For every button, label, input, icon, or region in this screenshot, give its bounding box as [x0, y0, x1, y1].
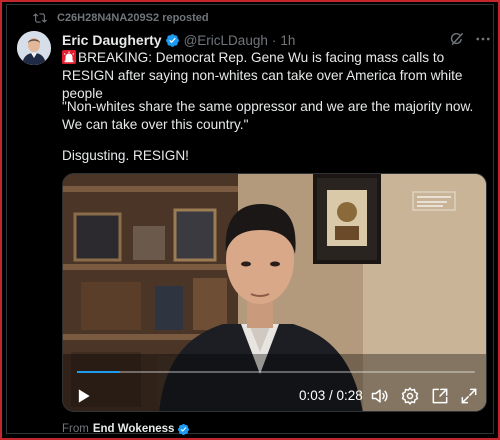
tweet-header: Eric Daugherty @EricLDaugh · 1h — [62, 31, 295, 49]
author-name[interactable]: Eric Daugherty — [62, 32, 162, 48]
pip-icon[interactable] — [430, 386, 450, 406]
video-player[interactable]: 0:03 / 0:28 — [62, 173, 487, 412]
volume-icon[interactable] — [370, 386, 390, 406]
video-time-readout: 0:03 / 0:28 — [299, 388, 363, 403]
separator-dot: · — [271, 32, 277, 48]
siren-icon — [62, 50, 76, 64]
video-progress-bar[interactable] — [77, 371, 475, 373]
repost-context: C26H28N4NA209S2 reposted — [33, 10, 209, 26]
verified-icon — [165, 33, 180, 48]
video-frame — [63, 174, 486, 411]
tweet-text-paragraph-1: BREAKING: Democrat Rep. Gene Wu is facin… — [62, 49, 492, 103]
grok-icon[interactable] — [448, 30, 466, 48]
timestamp[interactable]: 1h — [280, 33, 295, 48]
video-progress-fill — [77, 371, 120, 373]
settings-icon[interactable] — [400, 386, 420, 406]
source-attribution: From End Wokeness — [62, 421, 190, 437]
author-handle[interactable]: @EricLDaugh — [184, 33, 268, 48]
more-icon[interactable] — [474, 30, 492, 48]
repost-icon — [33, 11, 47, 25]
repost-label: reposted — [162, 12, 209, 24]
repost-user[interactable]: C26H28N4NA209S2 — [57, 12, 159, 24]
source-prefix: From — [62, 423, 89, 435]
source-name[interactable]: End Wokeness — [93, 423, 175, 435]
tweet-text-paragraph-2: "Non-whites share the same oppressor and… — [62, 99, 474, 132]
play-icon[interactable] — [73, 386, 93, 406]
avatar[interactable] — [17, 31, 51, 65]
tweet-text-paragraph-3: Disgusting. RESIGN! — [62, 148, 189, 163]
fullscreen-icon[interactable] — [459, 386, 479, 406]
source-verified-icon — [177, 423, 190, 436]
tweet-card[interactable]: C26H28N4NA209S2 reposted Eric Daugherty … — [6, 4, 494, 437]
tweet-text-line-1: BREAKING: Democrat Rep. Gene Wu is facin… — [62, 50, 463, 101]
